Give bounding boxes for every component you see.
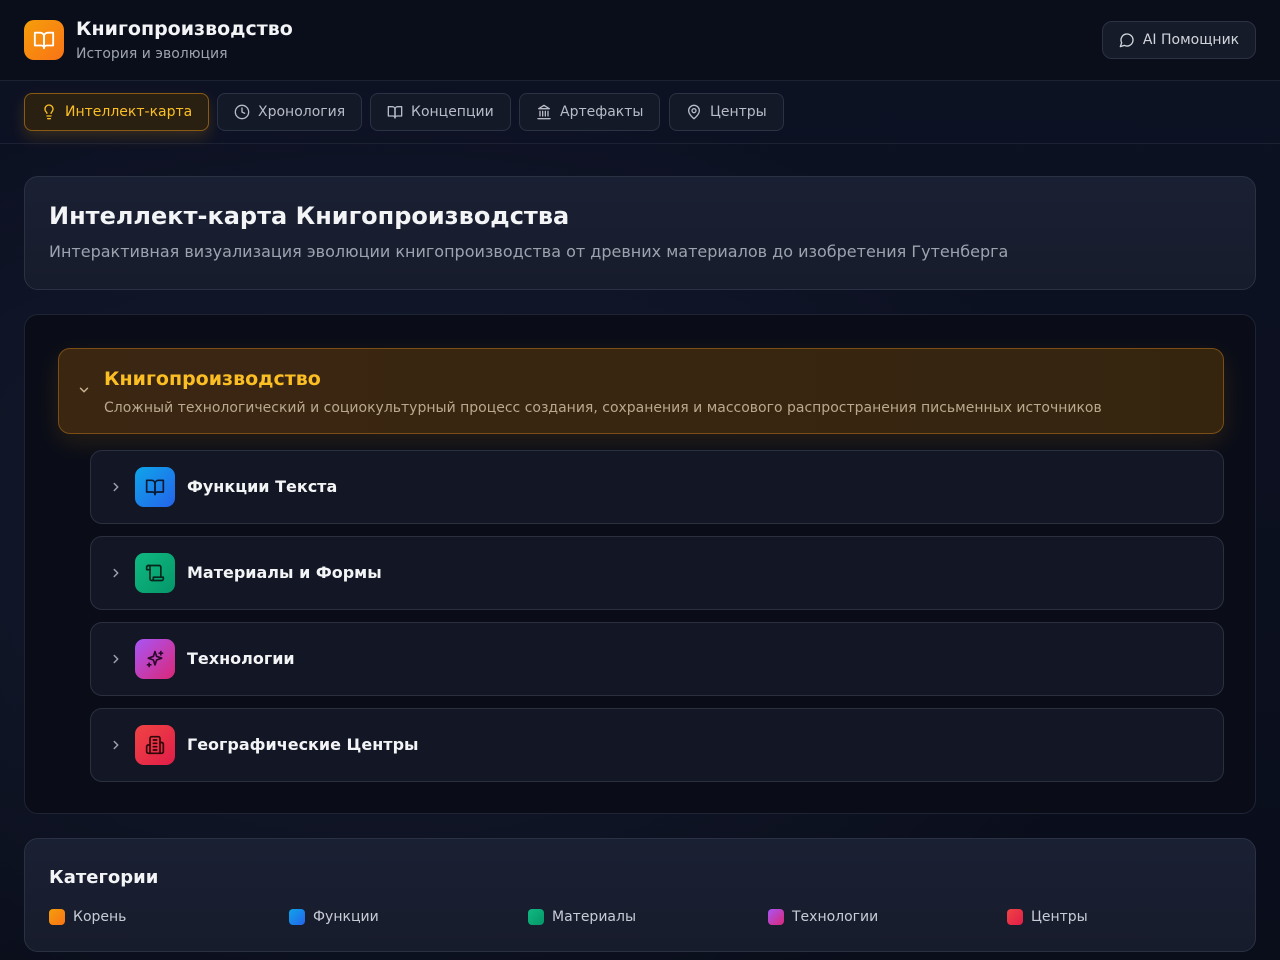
chevron-right-icon[interactable] — [109, 480, 123, 494]
book-icon — [24, 20, 64, 60]
tab-mindmap[interactable]: Интеллект-карта — [24, 93, 210, 131]
tab-label: Концепции — [411, 104, 494, 120]
map-pin-icon — [688, 104, 700, 120]
legend-item-functions: Функции — [289, 909, 379, 925]
chevron-right-icon[interactable] — [109, 566, 123, 580]
chevron-down-icon[interactable] — [77, 383, 91, 397]
scroll-icon — [135, 553, 175, 593]
landmark-icon — [537, 104, 551, 120]
legend-swatch — [528, 909, 544, 925]
tab-label: Центры — [710, 104, 767, 120]
legend-label: Технологии — [792, 909, 879, 925]
tab-timeline[interactable]: Хронология — [217, 93, 363, 131]
mindmap-root-node[interactable]: Книгопроизводство Сложный технологически… — [58, 348, 1224, 434]
sparkles-icon — [135, 639, 175, 679]
tab-label: Хронология — [258, 104, 346, 120]
app-subtitle: История и эволюция — [76, 46, 228, 62]
ai-assistant-button[interactable]: AI Помощник — [1102, 21, 1256, 59]
tab-centers[interactable]: Центры — [669, 93, 784, 131]
app-title: Книгопроизводство — [76, 18, 293, 40]
mindmap-panel: Книгопроизводство Сложный технологически… — [24, 314, 1256, 814]
node-label: Технологии — [187, 649, 295, 668]
ai-assistant-label: AI Помощник — [1142, 32, 1240, 48]
lightbulb-icon — [44, 104, 54, 120]
page-description: Интерактивная визуализация эволюции книг… — [49, 242, 1009, 261]
chevron-right-icon[interactable] — [109, 652, 123, 666]
node-label: Функции Текста — [187, 477, 338, 496]
legend-label: Функции — [313, 909, 379, 925]
legend-swatch — [1007, 909, 1023, 925]
legend-swatch — [49, 909, 65, 925]
categories-title: Категории — [49, 867, 159, 888]
legend-label: Материалы — [552, 909, 636, 925]
legend-label: Центры — [1031, 909, 1088, 925]
mindmap-node-technologies[interactable]: Технологии — [90, 622, 1224, 696]
clock-icon — [234, 104, 250, 120]
node-label: Материалы и Формы — [187, 563, 382, 582]
mindmap-node-functions[interactable]: Функции Текста — [90, 450, 1224, 524]
mindmap-node-centers[interactable]: Географические Центры — [90, 708, 1224, 782]
tab-label: Интеллект-карта — [65, 104, 193, 120]
legend-item-technologies: Технологии — [768, 909, 878, 925]
legend-label: Корень — [73, 909, 127, 925]
tab-bar: Интеллект-карта Хронология Концепции Арт… — [0, 81, 1280, 144]
book-open-icon — [387, 106, 403, 119]
tab-concepts[interactable]: Концепции — [370, 93, 511, 131]
app-header: Книгопроизводство История и эволюция AI … — [0, 0, 1280, 81]
chevron-right-icon[interactable] — [109, 738, 123, 752]
categories-legend: Категории Корень Функции Материалы Техно… — [24, 838, 1256, 952]
legend-swatch — [289, 909, 305, 925]
root-description: Сложный технологический и социокультурны… — [104, 400, 1102, 416]
building-icon — [135, 725, 175, 765]
tab-label: Артефакты — [560, 104, 644, 120]
page-title: Интеллект-карта Книгопроизводства — [49, 202, 570, 230]
mindmap-node-materials[interactable]: Материалы и Формы — [90, 536, 1224, 610]
legend-item-materials: Материалы — [528, 909, 636, 925]
legend-item-root: Корень — [49, 909, 126, 925]
legend-item-centers: Центры — [1007, 909, 1088, 925]
root-title: Книгопроизводство — [104, 368, 321, 390]
book-open-icon — [135, 467, 175, 507]
legend-swatch — [768, 909, 784, 925]
intro-card: Интеллект-карта Книгопроизводства Интера… — [24, 176, 1256, 290]
tab-artifacts[interactable]: Артефакты — [519, 93, 661, 131]
node-label: Географические Центры — [187, 735, 419, 754]
message-circle-icon — [1119, 33, 1134, 48]
